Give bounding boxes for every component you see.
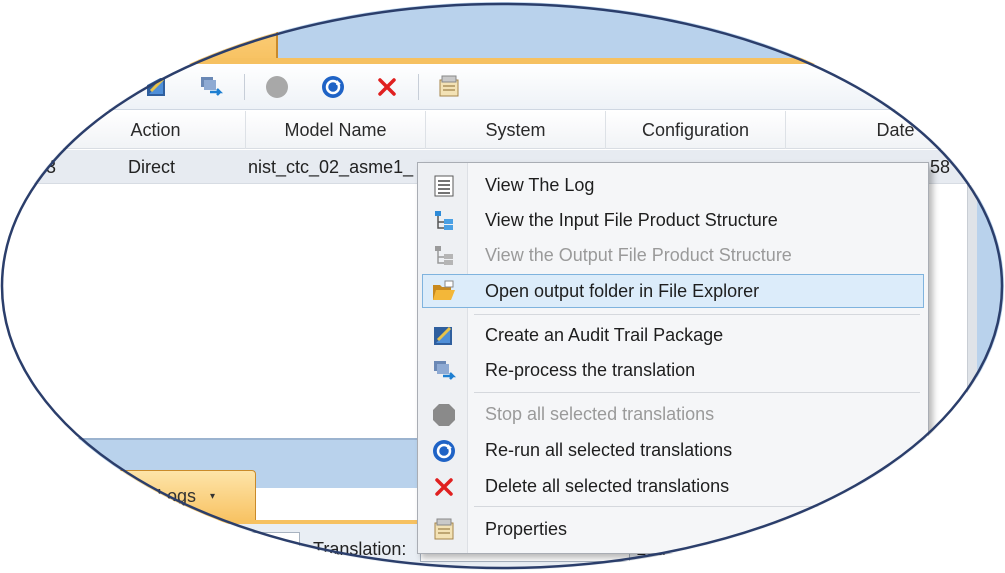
filter-input[interactable] [232, 532, 300, 562]
column-header-configuration[interactable]: Configuration [606, 111, 786, 149]
menu-item-view-log[interactable]: View The Log [422, 168, 924, 202]
menu-item-label: Delete all selected translations [485, 475, 730, 496]
toolbar-separator [244, 74, 245, 100]
audit-package-icon [431, 323, 457, 349]
tab-logs-label: Logs [157, 486, 197, 506]
column-header-label: Date [876, 119, 915, 140]
column-header-label: System [485, 119, 546, 140]
menu-item-reprocess[interactable]: Re-process the translation [422, 353, 924, 387]
menu-separator [474, 392, 920, 393]
active-document-tab[interactable] [130, 2, 278, 60]
reprocess-button[interactable] [196, 72, 226, 102]
column-header-label: Action [130, 119, 181, 140]
delete-x-icon [431, 474, 457, 500]
menu-item-properties[interactable]: Properties [422, 512, 924, 546]
stop-icon [431, 402, 457, 428]
tab-logs[interactable]: Logs ▾ [100, 470, 256, 522]
delete-x-icon [378, 78, 396, 96]
rerun-button[interactable] [318, 72, 348, 102]
open-folder-icon [431, 279, 457, 305]
grid-vertical-scrollbar[interactable] [967, 185, 977, 440]
reprocess-icon [431, 358, 457, 384]
chevron-down-icon[interactable]: ▾ [210, 491, 215, 502]
audit-package-button[interactable] [142, 72, 172, 102]
row-id-cell: 3 [46, 156, 57, 177]
reprocess-icon [201, 77, 224, 96]
menu-item-label: Properties [485, 518, 568, 539]
tree-structure-icon [431, 208, 457, 234]
menu-item-delete-selected[interactable]: Delete all selected translations [422, 469, 924, 503]
row-action-cell: Direct [128, 156, 176, 177]
menu-item-open-output-folder[interactable]: Open output folder in File Explorer [422, 274, 924, 308]
toolbar [0, 64, 1004, 110]
menu-item-label: Open output folder in File Explorer [485, 280, 760, 301]
properties-icon [439, 75, 459, 97]
menu-item-label: Re-run all selected translations [485, 439, 733, 460]
column-header-date[interactable]: Date [786, 111, 1004, 149]
column-header-label: Configuration [641, 119, 750, 140]
rerun-icon [322, 76, 344, 98]
column-header-model-name[interactable]: Model Name [246, 111, 426, 149]
column-header-action[interactable]: Action [0, 111, 246, 149]
properties-icon [431, 517, 457, 543]
context-menu: View The Log View the Input File Product… [417, 162, 929, 554]
menu-item-view-output-structure[interactable]: View the Output File Product Structure [422, 238, 924, 272]
tree-structure-disabled-icon [431, 243, 457, 269]
zoomed-screenshot: Action Model Name System Configuration D… [0, 2, 1004, 570]
delete-button[interactable] [372, 72, 402, 102]
menu-separator [474, 506, 920, 507]
column-header-label: Model Name [284, 119, 387, 140]
rerun-icon [431, 438, 457, 464]
menu-item-rerun-selected[interactable]: Re-run all selected translations [422, 433, 924, 467]
menu-item-label: View The Log [485, 174, 595, 195]
menu-item-label: Stop all selected translations [485, 403, 715, 424]
menu-item-view-input-structure[interactable]: View the Input File Product Structure [422, 203, 924, 237]
toolbar-separator [418, 74, 419, 100]
window-tab-strip [0, 2, 1004, 60]
log-list-icon [431, 173, 457, 199]
audit-package-icon [147, 77, 165, 96]
column-header-system[interactable]: System [426, 111, 606, 149]
stop-icon [266, 76, 288, 98]
row-model-name-cell: nist_ctc_02_asme1_ [248, 156, 414, 177]
translation-label: Translation: [313, 539, 407, 559]
menu-item-label: View the Output File Product Structure [485, 244, 792, 265]
right-side-panel [977, 110, 1004, 450]
properties-button[interactable] [434, 72, 464, 102]
menu-item-stop-selected[interactable]: Stop all selected translations [422, 397, 924, 431]
grid-header: Action Model Name System Configuration D… [0, 111, 1004, 149]
menu-item-create-audit-package[interactable]: Create an Audit Trail Package [422, 318, 924, 352]
menu-item-label: Create an Audit Trail Package [485, 324, 724, 345]
menu-separator [474, 314, 920, 315]
menu-item-label: Re-process the translation [485, 359, 696, 380]
stop-button[interactable] [262, 72, 292, 102]
row-date-cell: 58 [930, 156, 951, 177]
menu-item-label: View the Input File Product Structure [485, 209, 778, 230]
